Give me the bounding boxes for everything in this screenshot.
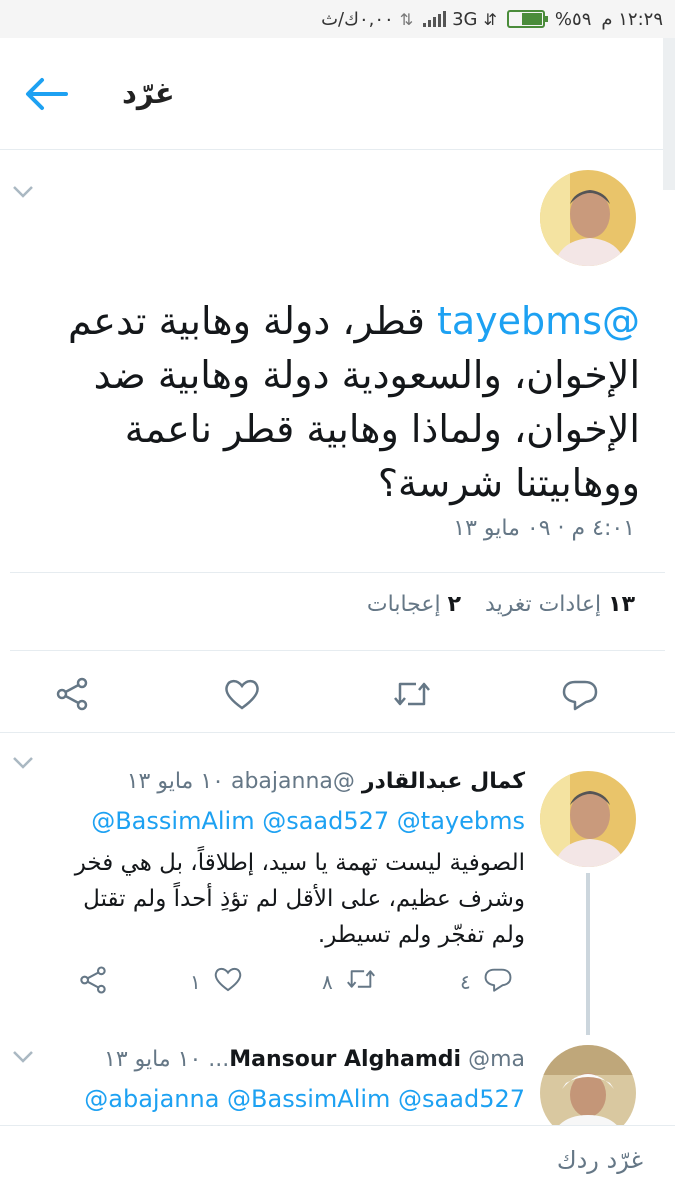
reply-icon: [483, 965, 513, 998]
divider: [10, 650, 665, 651]
reply-header: Mansour Alghamdi @ma... ١٠ مايو ١٣: [104, 1047, 525, 1072]
reply-input[interactable]: غرّد ردك: [557, 1146, 643, 1174]
chevron-down-icon[interactable]: [12, 1049, 34, 1068]
divider: [10, 572, 665, 573]
notification-icon: ⇅: [399, 9, 414, 29]
main-tweet: @tayebms قطر، دولة وهابية تدعم الإخوان، …: [0, 152, 675, 732]
avatar[interactable]: [540, 1045, 636, 1125]
data-speed-group: ٠,٠٠ك/ث ⇅: [321, 9, 413, 30]
likes-count: ٢: [447, 592, 462, 617]
page-title: غرّد: [122, 76, 175, 110]
heart-icon: [213, 965, 243, 998]
thread-line: [586, 873, 590, 1035]
author-name[interactable]: كمال عبدالقادر: [362, 769, 525, 794]
retweet-count: ٨: [322, 969, 333, 994]
network-type: 3G: [452, 8, 478, 30]
likes-stat[interactable]: ٢ إعجابات: [367, 592, 461, 617]
battery-percent: %٥٩: [554, 8, 592, 30]
tweet-date: ١٠ مايو ١٣: [126, 769, 224, 794]
reply-count: ٤: [460, 969, 471, 994]
retweet-icon[interactable]: [392, 674, 432, 714]
chevron-down-icon[interactable]: [12, 184, 34, 203]
battery-fill: [521, 13, 542, 25]
signal-icon: [423, 11, 447, 27]
likes-label: إعجابات: [366, 592, 441, 617]
like-count: ١: [190, 969, 201, 994]
reply-tweet[interactable]: كمال عبدالقادر @abajanna ١٠ مايو ١٣ @Bas…: [0, 733, 675, 1035]
tweet-mention[interactable]: @tayebms: [437, 299, 640, 343]
heart-icon[interactable]: [222, 674, 262, 714]
battery-icon: [506, 10, 548, 28]
retweets-label: إعادات تغريد: [485, 592, 602, 617]
tweet-date: ١٠ مايو ١٣: [104, 1047, 202, 1072]
author-handle[interactable]: @abajanna: [231, 769, 355, 794]
reply-icon[interactable]: [560, 674, 600, 714]
data-transfer-icon: ⇵: [483, 9, 497, 29]
reply-text: الصوفية ليست تهمة يا سيد، إطلاقاً، بل هي…: [74, 850, 525, 948]
tweet-timestamp: ٤:٠١ م · ٠٩ مايو ١٣: [453, 516, 635, 541]
data-speed: ٠,٠٠ك/ث: [321, 8, 394, 30]
retweets-count: ١٣: [608, 592, 635, 617]
avatar[interactable]: [540, 170, 636, 266]
network-group: 3G ⇵: [423, 9, 497, 30]
status-bar: ٠,٠٠ك/ث ⇅ 3G ⇵ %٥٩ ١٢:٢٩ م: [0, 0, 675, 38]
retweets-stat[interactable]: ١٣ إعادات تغريد: [485, 592, 635, 617]
tweet-text: @tayebms قطر، دولة وهابية تدعم الإخوان، …: [40, 294, 640, 510]
reply-mentions[interactable]: @abajanna @BassimAlim @saad527: [84, 1085, 525, 1113]
reply-action[interactable]: ٤: [460, 965, 513, 998]
tweet-stats: ١٣ إعادات تغريد ٢ إعجابات: [367, 592, 635, 617]
reply-header: كمال عبدالقادر @abajanna ١٠ مايو ١٣: [127, 769, 525, 794]
share-icon[interactable]: [78, 965, 108, 995]
app-bar: غرّد: [0, 38, 675, 190]
chevron-down-icon[interactable]: [12, 755, 34, 774]
reply-actions: ١ ٨ ٤: [0, 965, 675, 1005]
avatar[interactable]: [540, 771, 636, 867]
reply-tweet[interactable]: Mansour Alghamdi @ma... ١٠ مايو ١٣ @abaj…: [0, 1033, 675, 1125]
retweet-icon: [345, 965, 377, 998]
share-icon[interactable]: [52, 674, 92, 714]
author-name[interactable]: Mansour Alghamdi: [229, 1047, 461, 1072]
retweet-action[interactable]: ٨: [322, 965, 377, 998]
clock: ١٢:٢٩ م: [601, 8, 663, 30]
tweet-actions: [0, 674, 675, 726]
like-action[interactable]: ١: [190, 965, 243, 998]
reply-mentions[interactable]: @BassimAlim @saad527 @tayebms: [91, 807, 525, 835]
reply-composer[interactable]: غرّد ردك: [0, 1125, 675, 1200]
back-arrow-icon[interactable]: [24, 76, 68, 112]
